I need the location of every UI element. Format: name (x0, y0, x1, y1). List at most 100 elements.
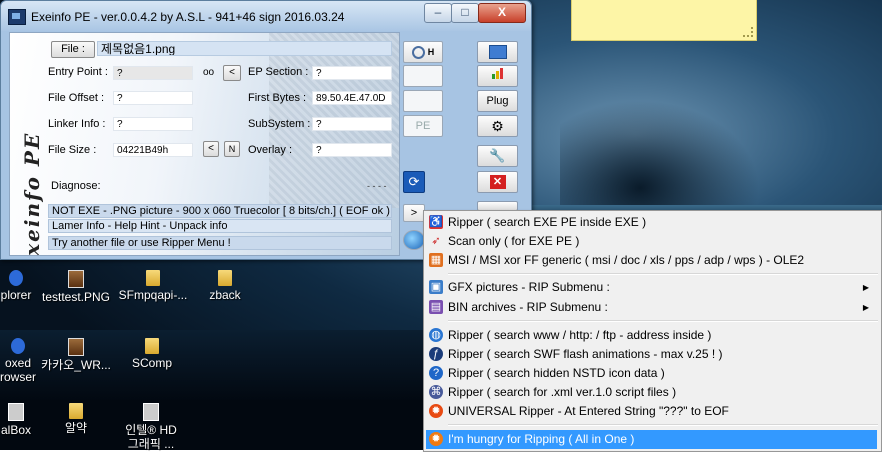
file-size-field[interactable]: 04221B49h (113, 143, 193, 157)
first-bytes-label: First Bytes : (248, 92, 307, 104)
desktop-icon-label: rowser (0, 370, 36, 384)
menu-item-bin-archives[interactable]: ▤ BIN archives - RIP Submenu : ▶ (426, 298, 877, 317)
file-name-field[interactable]: 제목없음1.png (97, 41, 392, 56)
desktop-icon-scomp[interactable]: SComp (122, 338, 182, 370)
menu-separator (448, 320, 878, 322)
xml-icon: ⌘ (429, 385, 443, 399)
app-icon[interactable] (8, 9, 26, 25)
menu-item-gfx-pictures[interactable]: ▣ GFX pictures - RIP Submenu : ▶ (426, 278, 877, 297)
options-button[interactable]: ⚙ (477, 115, 518, 137)
diagnose-label: Diagnose: (51, 180, 101, 192)
globe-button[interactable] (403, 230, 425, 250)
desktop-icon-label: plorer (0, 288, 32, 302)
msi-icon: ▦ (429, 253, 443, 267)
desktop-icon-label: 인텔® HD (125, 423, 177, 437)
desktop-icon-intel-hd[interactable]: 인텔® HD 그래픽 ... (116, 403, 186, 451)
refresh-button[interactable]: ⟳ (403, 171, 425, 193)
search-h-label: H (427, 47, 435, 57)
overlay-field[interactable]: ? (312, 143, 392, 157)
entry-point-field[interactable]: ? (113, 66, 193, 80)
menu-item-label: MSI / MSI xor FF generic ( msi / doc / x… (448, 253, 805, 267)
blank-button-2[interactable] (403, 90, 443, 112)
menu-item-label: BIN archives - RIP Submenu : (448, 300, 608, 314)
maximize-button[interactable]: □ (451, 3, 479, 23)
desktop-icon-sandboxed-browser[interactable]: oxed rowser (0, 338, 38, 384)
desktop-icon-alyac[interactable]: 알약 (52, 403, 100, 435)
fire-icon: ✹ (429, 404, 443, 418)
menu-item-label: Ripper ( search www / http: / ftp - addr… (448, 328, 712, 342)
status-line-1[interactable]: NOT EXE - .PNG picture - 900 x 060 Truec… (48, 204, 392, 218)
desktop-icon-label: 카카오_WR... (41, 358, 111, 372)
desktop-icon-testtest[interactable]: testtest.PNG (40, 270, 112, 304)
pe-button[interactable]: PE (403, 115, 443, 137)
submenu-arrow-icon: ▶ (862, 303, 869, 312)
file-button[interactable]: File : (51, 41, 95, 58)
menu-item-label: Ripper ( search EXE PE inside EXE ) (448, 215, 647, 229)
file-offset-label: File Offset : (48, 92, 105, 104)
arrow-icon: ➶ (431, 235, 441, 247)
title-bar[interactable]: Exeinfo PE - ver.0.0.4.2 by A.S.L - 941+… (1, 1, 531, 31)
menu-item-label: Ripper ( search for .xml ver.1.0 script … (448, 385, 677, 399)
window-title: Exeinfo PE - ver.0.0.4.2 by A.S.L - 941+… (31, 10, 345, 24)
exeinfo-logo: Exeinfo PE (20, 131, 44, 256)
desktop-icon-sfmpqapi[interactable]: SFmpqapi-... (116, 270, 190, 302)
linker-info-label: Linker Info : (48, 118, 106, 130)
sticky-note[interactable] (571, 0, 757, 41)
close-button[interactable]: X (478, 3, 526, 23)
file-offset-field[interactable]: ? (113, 91, 193, 105)
ep-section-label: EP Section : (248, 66, 309, 78)
desktop-icon-kakao[interactable]: 카카오_WR... (40, 338, 112, 372)
entry-point-label: Entry Point : (48, 66, 108, 78)
exit-button[interactable]: ✕ (477, 171, 518, 193)
open-folder-button[interactable] (477, 41, 518, 63)
menu-item-hungry-ripping[interactable]: ✹ I'm hungry for Ripping ( All in One ) (426, 430, 877, 449)
file-size-n-button[interactable]: N (224, 141, 240, 157)
blank-button-1[interactable] (403, 65, 443, 87)
folder-icon (488, 45, 507, 60)
menu-item-ripper-nstd[interactable]: ? Ripper ( search hidden NSTD icon data … (426, 364, 877, 383)
ripper-exe-icon: ♿ (429, 215, 443, 229)
stats-button[interactable] (477, 65, 518, 87)
linker-info-field[interactable]: ? (113, 117, 193, 131)
oo-label: oo (203, 67, 215, 78)
desktop-icon-label: alBox (0, 423, 32, 437)
menu-item-label: Ripper ( search hidden NSTD icon data ) (448, 366, 665, 380)
hungry-icon: ✹ (429, 432, 443, 446)
file-size-prev-button[interactable]: < (203, 141, 219, 157)
entry-point-prev-button[interactable]: < (223, 65, 241, 81)
bar-chart-icon (492, 66, 503, 86)
status-line-2[interactable]: Lamer Info - Help Hint - Unpack info (48, 219, 392, 233)
resize-grip[interactable] (743, 27, 753, 37)
folder-icon (69, 403, 83, 419)
ep-section-field[interactable]: ? (312, 66, 392, 80)
status-arrow-button[interactable]: > (403, 204, 425, 222)
minimize-button[interactable]: – (424, 3, 452, 23)
first-bytes-field[interactable]: 89.50.4E.47.0D (312, 91, 392, 105)
desktop-icon-label: zback (209, 288, 241, 302)
help-icon: ? (429, 366, 443, 380)
menu-item-msi[interactable]: ▦ MSI / MSI xor FF generic ( msi / doc /… (426, 251, 877, 270)
desktop-icon-explorer[interactable]: plorer (0, 270, 36, 302)
status-line-3[interactable]: Try another file or use Ripper Menu ! (48, 236, 392, 250)
menu-item-ripper-exe[interactable]: ♿ Ripper ( search EXE PE inside EXE ) (426, 213, 877, 232)
desktop-icon-totalbox[interactable]: alBox (0, 403, 36, 437)
subsystem-field[interactable]: ? (312, 117, 392, 131)
desktop-icon-label: testtest.PNG (41, 290, 111, 304)
plug-button[interactable]: Plug (477, 90, 518, 112)
menu-item-ripper-swf[interactable]: ƒ Ripper ( search SWF flash animations -… (426, 345, 877, 364)
search-h-button[interactable]: H (403, 41, 443, 63)
menu-item-universal-ripper[interactable]: ✹ UNIVERSAL Ripper - At Entered String "… (426, 402, 877, 421)
menu-item-ripper-www[interactable]: ◍ Ripper ( search www / http: / ftp - ad… (426, 326, 877, 345)
flash-icon: ƒ (429, 347, 443, 361)
magnifier-icon (411, 45, 425, 59)
tools-button[interactable]: 🔧 (477, 145, 518, 167)
menu-item-label: GFX pictures - RIP Submenu : (448, 280, 610, 294)
ie-icon (9, 270, 23, 286)
menu-item-label: Ripper ( search SWF flash animations - m… (448, 347, 723, 361)
menu-item-scan-only[interactable]: ➶ Scan only ( for EXE PE ) (426, 232, 877, 251)
desktop-icon-zback[interactable]: zback (200, 270, 250, 302)
overlay-label: Overlay : (248, 144, 293, 156)
picture-icon: ▣ (429, 280, 443, 294)
menu-item-ripper-xml[interactable]: ⌘ Ripper ( search for .xml ver.1.0 scrip… (426, 383, 877, 402)
png-file-icon (68, 338, 84, 356)
